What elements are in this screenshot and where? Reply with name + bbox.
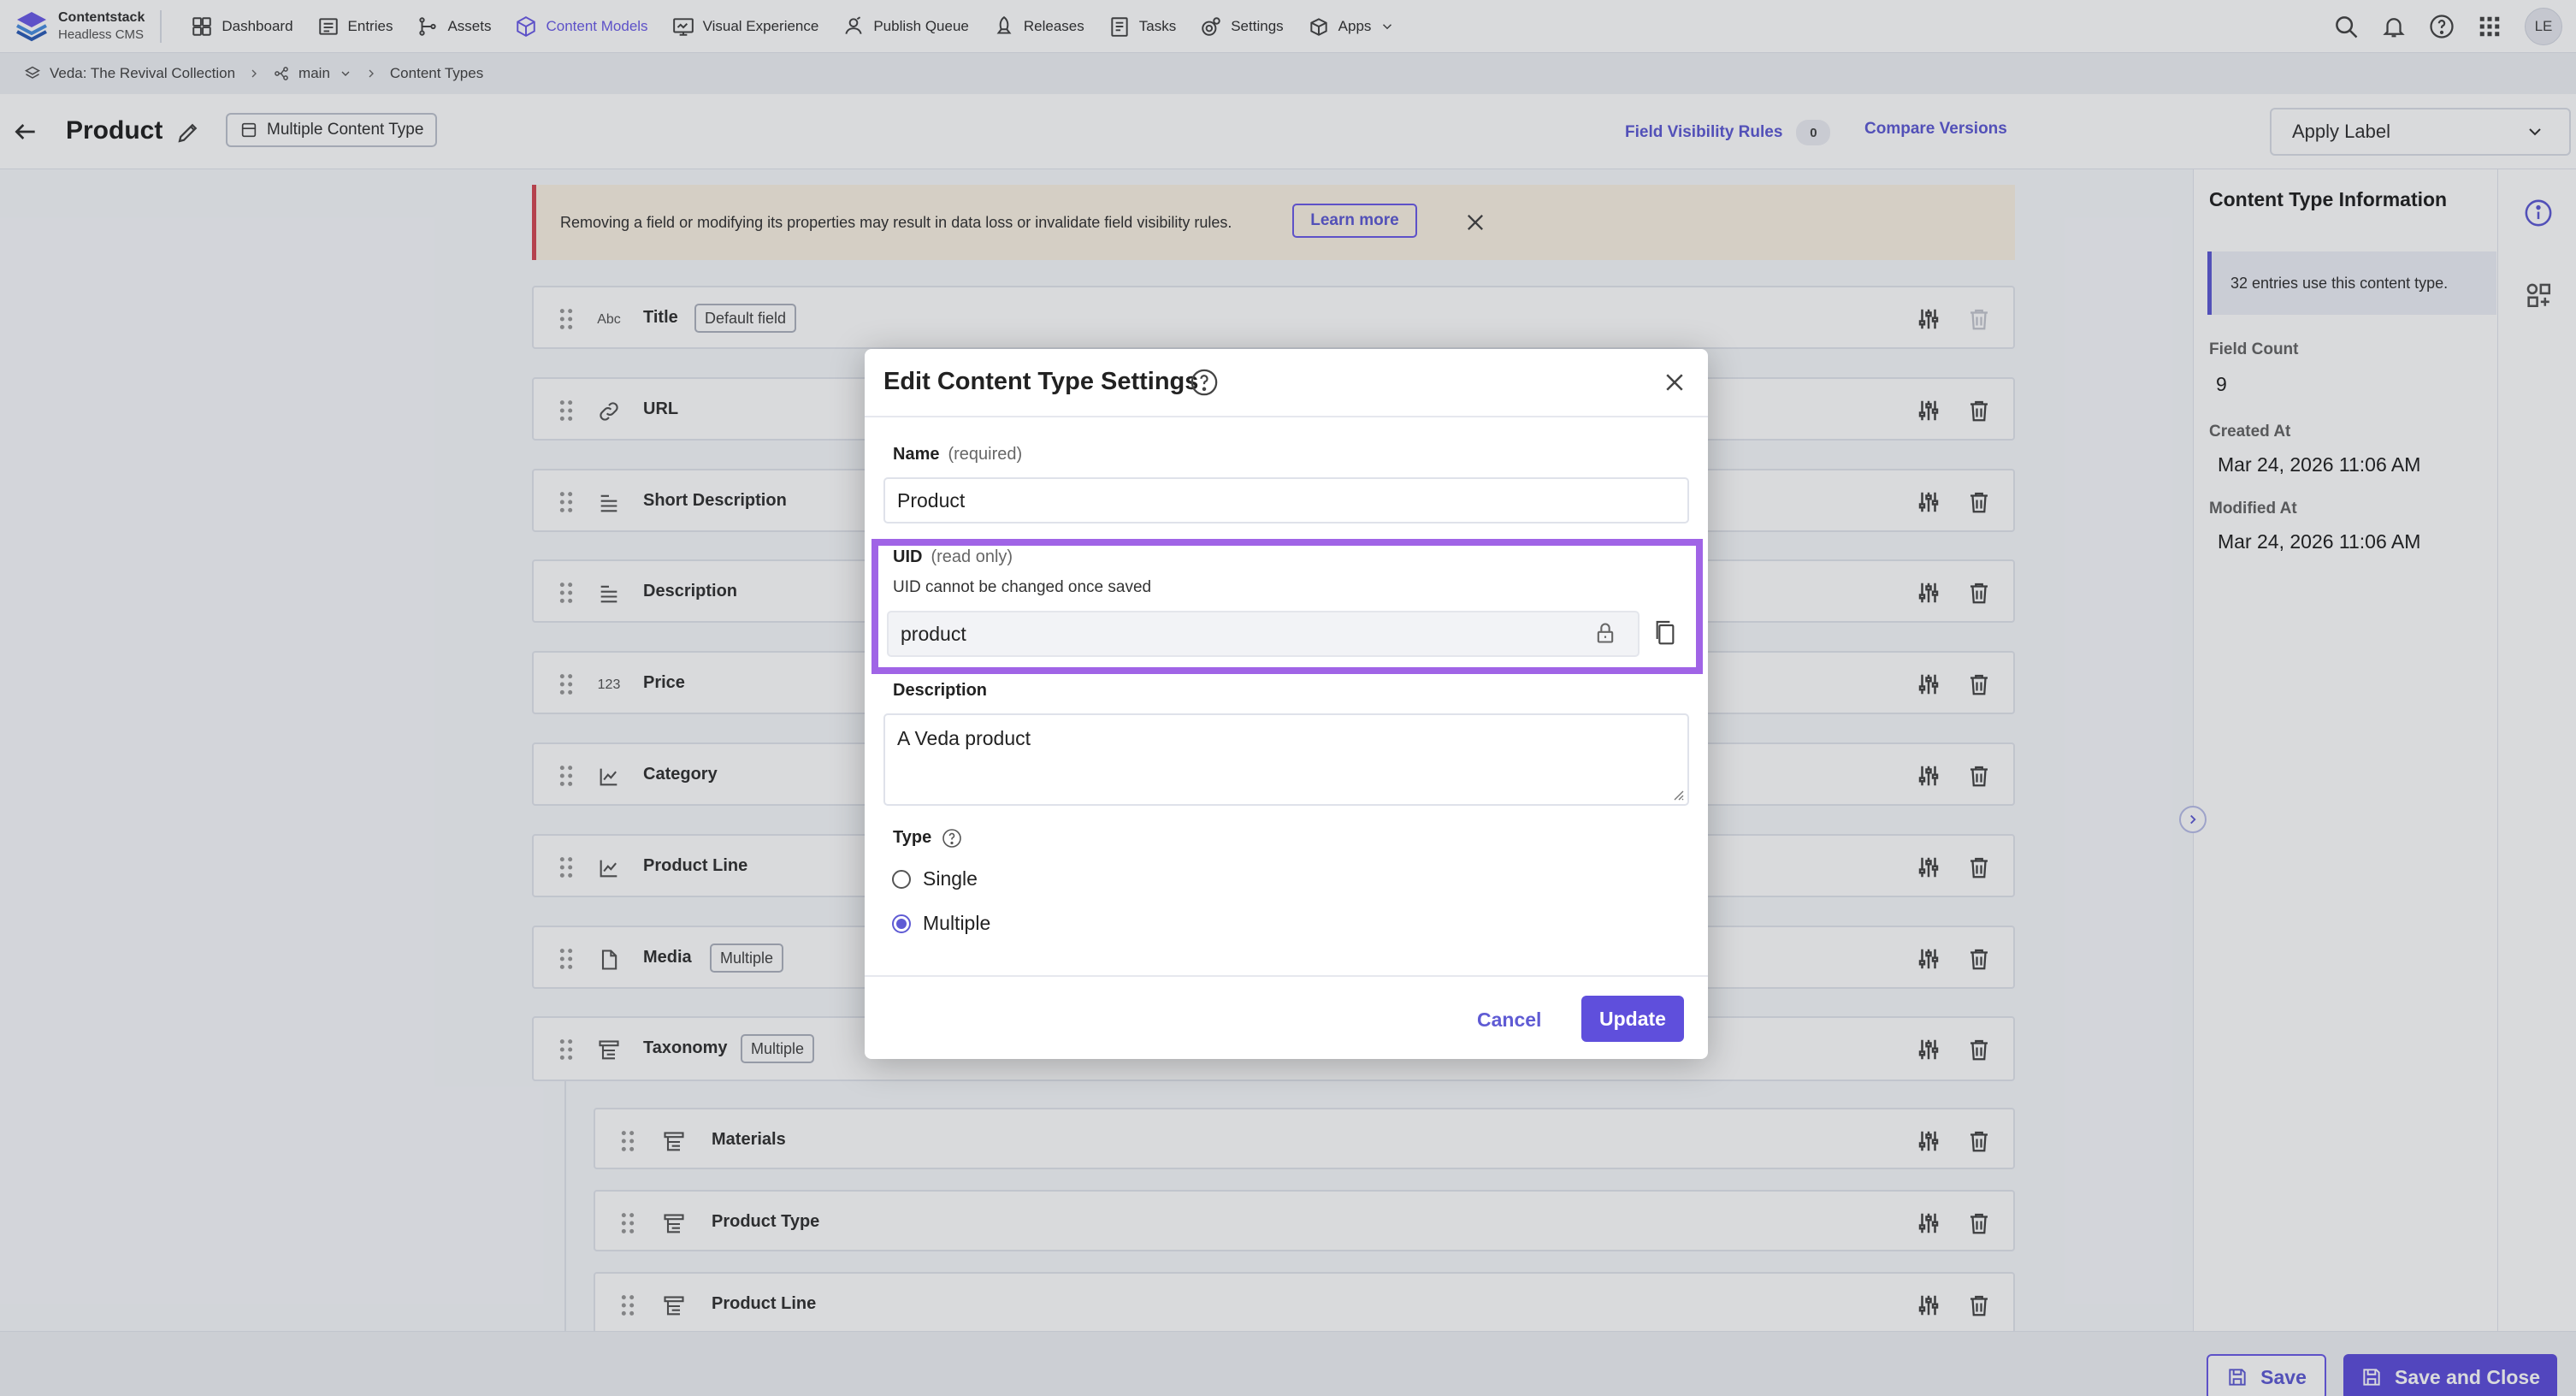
- name-label-text: Name: [893, 445, 940, 464]
- type-radio-single[interactable]: Single: [892, 867, 978, 890]
- help-circle-icon[interactable]: [1190, 368, 1219, 397]
- uid-label-text: UID: [893, 547, 923, 566]
- modal-footer: Cancel Update: [865, 975, 1708, 1059]
- radio-button[interactable]: [892, 869, 911, 889]
- description-textarea[interactable]: A Veda product: [883, 713, 1689, 806]
- type-field-label: Type: [893, 828, 932, 847]
- type-multiple-label: Multiple: [923, 912, 991, 934]
- cancel-button[interactable]: Cancel: [1477, 997, 1541, 1042]
- description-field-label: Description: [893, 681, 988, 700]
- radio-button[interactable]: [892, 914, 911, 933]
- update-button[interactable]: Update: [1581, 996, 1684, 1042]
- resize-handle-icon[interactable]: [1670, 787, 1684, 801]
- lock-icon: [1597, 623, 1614, 643]
- uid-help-text: UID cannot be changed once saved: [893, 578, 1152, 596]
- uid-input: product: [887, 611, 1640, 657]
- name-input[interactable]: Product: [883, 477, 1689, 524]
- uid-field-label: UID (read only): [893, 547, 1013, 567]
- name-field-label: Name (required): [893, 445, 1022, 464]
- modal-header: Edit Content Type Settings: [865, 349, 1708, 417]
- type-single-label: Single: [923, 867, 978, 890]
- name-required-hint: (required): [948, 445, 1023, 464]
- type-radio-multiple[interactable]: Multiple: [892, 912, 990, 935]
- description-value: A Veda product: [897, 727, 1031, 749]
- edit-content-type-settings-modal: Edit Content Type Settings Name (required…: [865, 349, 1708, 1059]
- help-circle-icon[interactable]: [942, 828, 962, 849]
- close-icon[interactable]: [1662, 370, 1687, 395]
- copy-icon[interactable]: [1651, 618, 1679, 647]
- modal-title: Edit Content Type Settings: [883, 368, 1199, 395]
- uid-readonly-hint: (read only): [931, 547, 1013, 566]
